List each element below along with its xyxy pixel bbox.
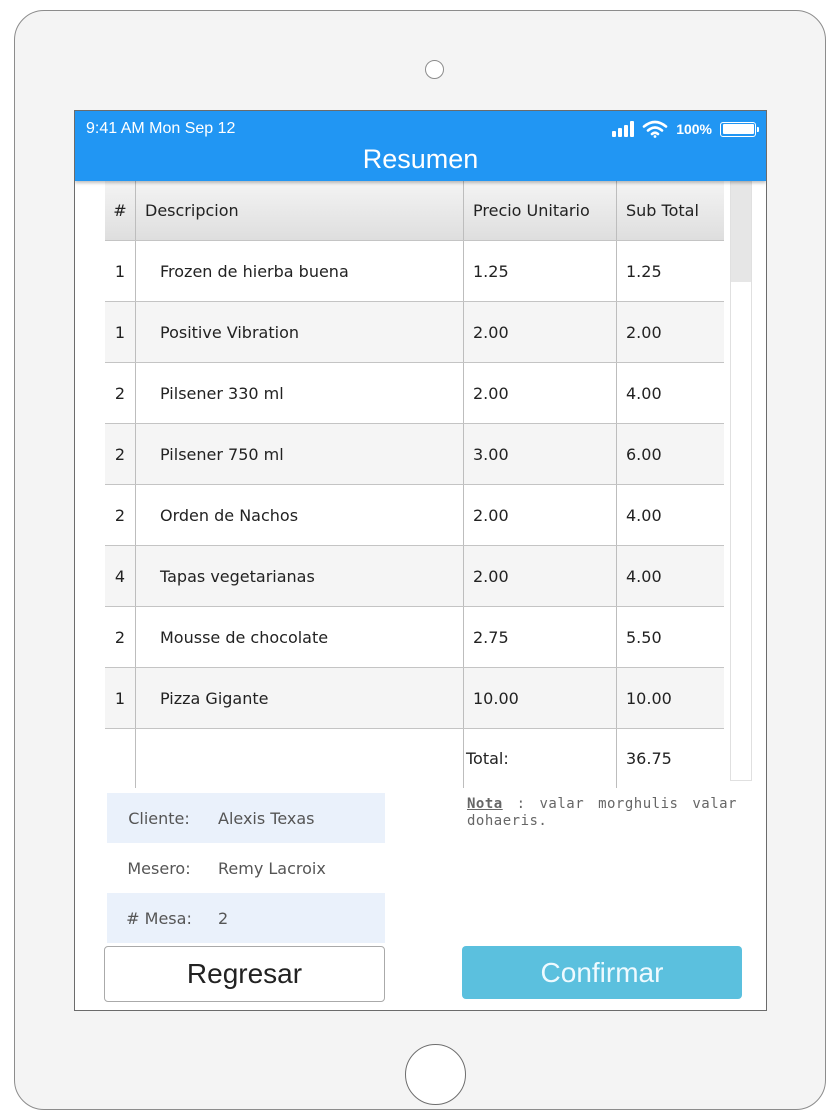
row-unit-price: 2.00 — [463, 362, 617, 424]
row-qty: 2 — [105, 362, 136, 424]
row-description: Pilsener 750 ml — [135, 423, 464, 485]
row-subtotal: 2.00 — [616, 301, 724, 363]
row-description: Mousse de chocolate — [135, 606, 464, 668]
note-separator: : — [502, 796, 540, 812]
table-row: 2 Orden de Nachos 2.00 4.00 — [105, 484, 724, 546]
row-qty: 2 — [105, 423, 136, 485]
table-row: 1 Positive Vibration 2.00 2.00 — [105, 301, 724, 363]
row-unit-price: 10.00 — [463, 667, 617, 729]
client-label: Cliente: — [128, 808, 190, 828]
row-subtotal: 4.00 — [616, 484, 724, 546]
column-header-qty: # — [105, 181, 136, 241]
row-qty: 1 — [105, 240, 136, 302]
row-description: Orden de Nachos — [135, 484, 464, 546]
row-description: Positive Vibration — [135, 301, 464, 363]
status-time: 9:41 AM Mon Sep 12 — [86, 120, 236, 137]
row-description: Frozen de hierba buena — [135, 240, 464, 302]
order-note: Nota : valar morghulis valar dohaeris. — [467, 796, 737, 830]
home-button[interactable] — [405, 1044, 466, 1105]
row-subtotal: 4.00 — [616, 362, 724, 424]
camera-dot — [425, 60, 444, 79]
waiter-label: Mesero: — [127, 858, 191, 878]
row-qty: 2 — [105, 484, 136, 546]
waiter-row: Mesero: Remy Lacroix — [107, 843, 385, 893]
table-number-value: 2 — [218, 908, 229, 928]
client-value: Alexis Texas — [218, 808, 315, 828]
status-indicators: 100% — [612, 119, 759, 139]
row-subtotal: 5.50 — [616, 606, 724, 668]
row-unit-price: 3.00 — [463, 423, 617, 485]
table-row: 1 Frozen de hierba buena 1.25 1.25 — [105, 240, 724, 302]
order-table: # Descripcion Precio Unitario Sub Total … — [105, 181, 724, 788]
row-qty: 1 — [105, 301, 136, 363]
wifi-icon — [642, 120, 668, 138]
scrollbar-thumb[interactable] — [731, 182, 751, 282]
row-description: Tapas vegetarianas — [135, 545, 464, 607]
row-subtotal: 6.00 — [616, 423, 724, 485]
table-row: 2 Pilsener 750 ml 3.00 6.00 — [105, 423, 724, 485]
table-number-row: # Mesa: 2 — [107, 893, 385, 943]
total-row: Total: 36.75 — [105, 728, 724, 788]
battery-percentage: 100% — [676, 121, 712, 137]
table-number-label: # Mesa: — [126, 908, 192, 928]
row-unit-price: 2.75 — [463, 606, 617, 668]
row-description: Pizza Gigante — [135, 667, 464, 729]
row-unit-price: 2.00 — [463, 301, 617, 363]
confirm-button[interactable]: Confirmar — [462, 946, 742, 999]
signal-icon — [612, 121, 635, 137]
row-qty: 2 — [105, 606, 136, 668]
total-empty-cell — [105, 728, 136, 788]
header-bar: 9:41 AM Mon Sep 12 100% Resumen — [75, 111, 766, 181]
order-table-container: # Descripcion Precio Unitario Sub Total … — [105, 181, 724, 788]
table-scrollbar[interactable] — [730, 181, 752, 781]
waiter-value: Remy Lacroix — [218, 858, 326, 878]
column-header-unit-price: Precio Unitario — [463, 181, 617, 241]
table-row: 4 Tapas vegetarianas 2.00 4.00 — [105, 545, 724, 607]
row-unit-price: 2.00 — [463, 545, 617, 607]
row-unit-price: 2.00 — [463, 484, 617, 546]
row-subtotal: 10.00 — [616, 667, 724, 729]
page-title: Resumen — [362, 144, 479, 174]
total-value: 36.75 — [616, 728, 724, 788]
row-subtotal: 1.25 — [616, 240, 724, 302]
battery-icon — [720, 121, 759, 137]
row-description: Pilsener 330 ml — [135, 362, 464, 424]
back-button[interactable]: Regresar — [104, 946, 385, 1002]
table-header-row: # Descripcion Precio Unitario Sub Total — [105, 181, 724, 241]
screen: 9:41 AM Mon Sep 12 100% Resumen # Descri… — [74, 110, 767, 1011]
table-row: 1 Pizza Gigante 10.00 10.00 — [105, 667, 724, 729]
table-row: 2 Pilsener 330 ml 2.00 4.00 — [105, 362, 724, 424]
column-header-subtotal: Sub Total — [616, 181, 724, 241]
row-qty: 1 — [105, 667, 136, 729]
row-subtotal: 4.00 — [616, 545, 724, 607]
total-empty-cell — [135, 728, 464, 788]
row-qty: 4 — [105, 545, 136, 607]
row-unit-price: 1.25 — [463, 240, 617, 302]
total-label: Total: — [463, 728, 617, 788]
order-info: Cliente: Alexis Texas Mesero: Remy Lacro… — [107, 793, 385, 943]
note-label: Nota — [467, 796, 503, 812]
column-header-description: Descripcion — [135, 181, 464, 241]
client-row: Cliente: Alexis Texas — [107, 793, 385, 843]
table-row: 2 Mousse de chocolate 2.75 5.50 — [105, 606, 724, 668]
